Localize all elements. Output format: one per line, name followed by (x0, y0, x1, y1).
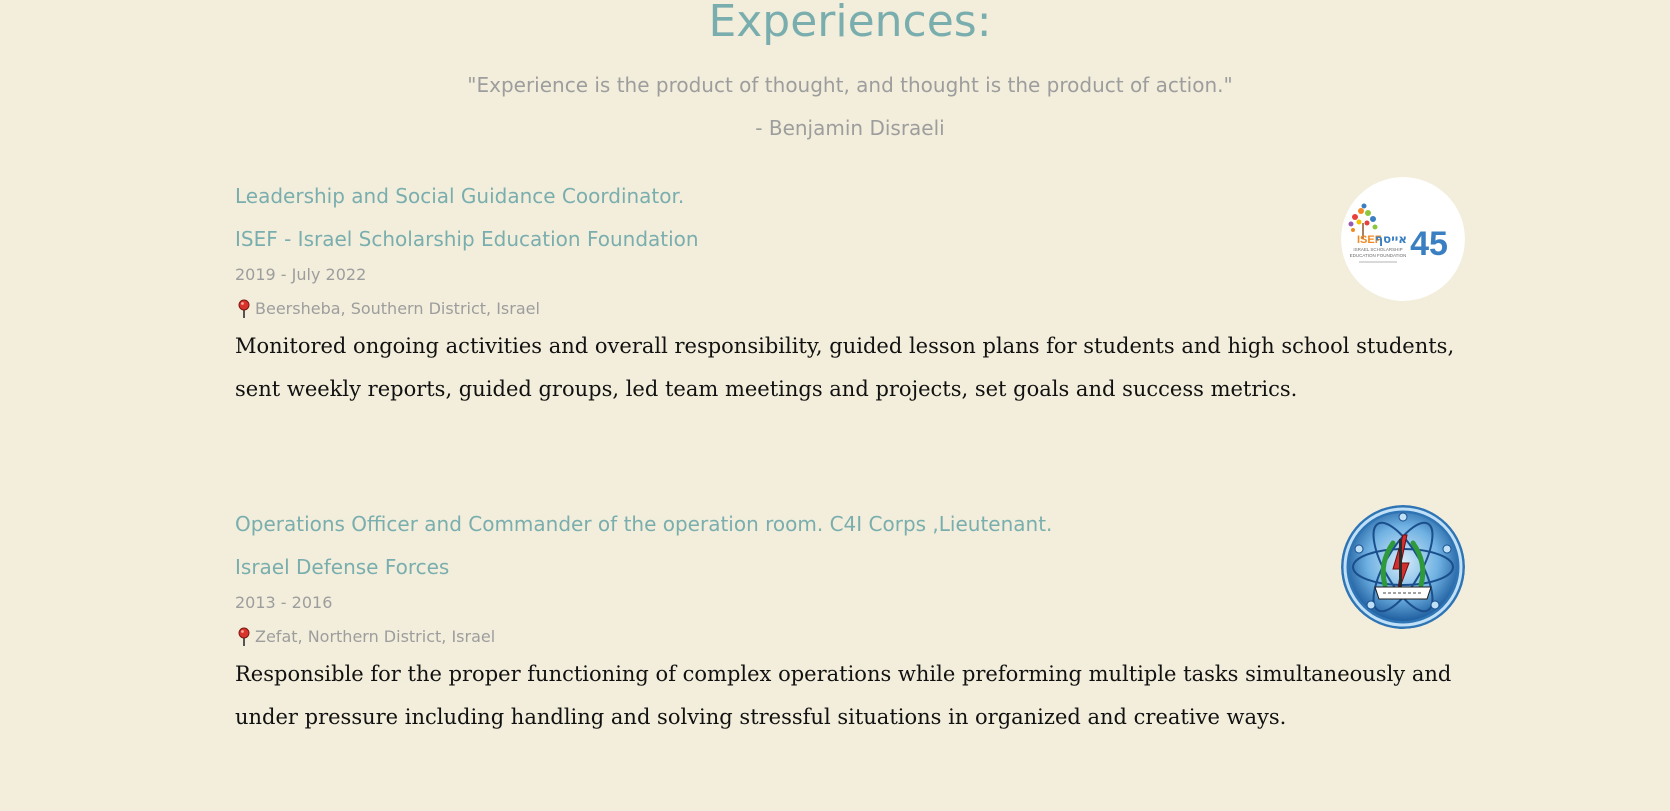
company-name: Israel Defense Forces (235, 555, 450, 579)
svg-text:ISRAEL SCHOLARSHIP: ISRAEL SCHOLARSHIP (1353, 247, 1402, 252)
location-text: Beersheba, Southern District, Israel (255, 299, 540, 318)
svg-text:45: 45 (1410, 225, 1448, 263)
job-location: Zefat, Northern District, Israel (235, 625, 1465, 649)
employment-dates: 2019 - July 2022 (235, 265, 367, 284)
location-text: Zefat, Northern District, Israel (255, 627, 496, 646)
experience-item: Leadership and Social Guidance Coordinat… (235, 177, 1465, 411)
c4i-corps-emblem-icon (1341, 505, 1465, 629)
svg-text:אייסף: אייסף (1375, 232, 1407, 246)
job-title: Leadership and Social Guidance Coordinat… (235, 184, 685, 208)
employment-dates: 2013 - 2016 (235, 593, 333, 612)
experience-item: Operations Officer and Commander of the … (235, 505, 1465, 739)
section-title: Experiences: (708, 0, 992, 47)
company-name: ISEF - Israel Scholarship Education Foun… (235, 227, 699, 251)
quote-author: - Benjamin Disraeli (755, 116, 945, 140)
quote-text: "Experience is the product of thought, a… (467, 73, 1233, 97)
isef-logo: ISEF אייסף 45 ISRAEL SCHOLARSHIP EDUCATI… (1341, 177, 1465, 301)
job-location: Beersheba, Southern District, Israel (235, 297, 1465, 321)
job-description: Responsible for the proper functioning o… (235, 662, 1452, 729)
map-pin-icon (235, 627, 253, 647)
map-pin-icon (235, 299, 253, 319)
svg-text:EDUCATION FOUNDATION: EDUCATION FOUNDATION (1350, 253, 1407, 258)
job-description: Monitored ongoing activities and overall… (235, 334, 1455, 401)
job-title: Operations Officer and Commander of the … (235, 512, 1053, 536)
